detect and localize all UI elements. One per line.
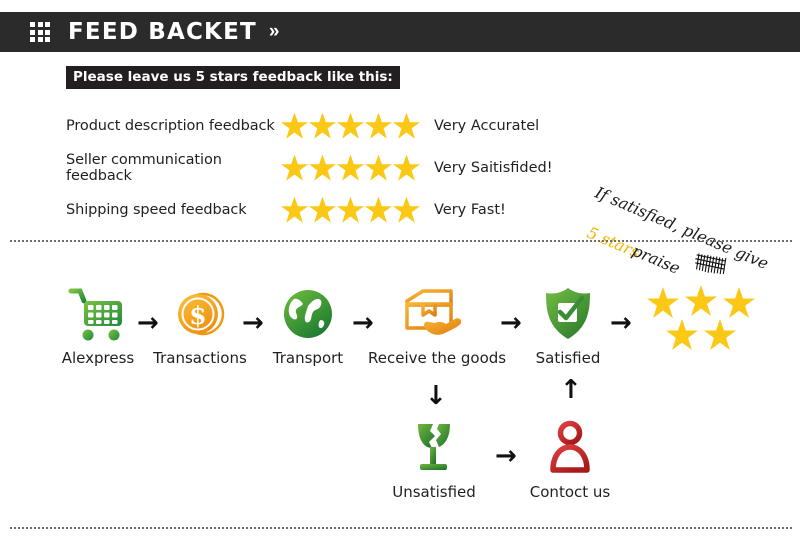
star-icon bbox=[309, 196, 336, 223]
star-icon bbox=[337, 154, 364, 181]
page-root: FEED BACKET » Please leave us 5 stars fe… bbox=[0, 0, 800, 545]
star-icon bbox=[281, 196, 308, 223]
feedback-rating-value: Very Fast! bbox=[434, 202, 506, 218]
feedback-criterion-label: Seller communication feedback bbox=[66, 152, 222, 184]
star-icon bbox=[337, 196, 364, 223]
star-icon bbox=[337, 112, 364, 139]
broken-glass-icon bbox=[385, 417, 483, 479]
page-title: FEED BACKET bbox=[68, 19, 257, 45]
flow-node-receive-goods: Receive the goods bbox=[368, 283, 507, 367]
feedback-rating-value: Very Accuratel bbox=[434, 118, 540, 134]
support-person-icon bbox=[522, 417, 618, 479]
star-icon bbox=[666, 319, 698, 351]
feedback-section: Please leave us 5 stars feedback like th… bbox=[0, 60, 800, 278]
flow-node-transport: Transport bbox=[258, 283, 358, 367]
flow-node-label: Receive the goods bbox=[368, 349, 507, 367]
svg-text:$: $ bbox=[189, 301, 206, 330]
star-icon bbox=[393, 112, 420, 139]
arrow-right-icon: → bbox=[610, 308, 632, 338]
star-icon bbox=[365, 196, 392, 223]
star-icon bbox=[281, 154, 308, 181]
arrow-down-icon: ↓ bbox=[425, 381, 447, 411]
feedback-rating-value: Very Saitisfided! bbox=[434, 160, 553, 176]
chevron-right-icon: » bbox=[268, 21, 279, 42]
flow-node-satisfied: Satisfied bbox=[518, 283, 618, 367]
divider-top bbox=[10, 240, 792, 242]
feedback-rating-list: Product description feedback Very Accura… bbox=[66, 105, 586, 231]
star-icon bbox=[365, 154, 392, 181]
flow-node-contact-us: Contoct us bbox=[522, 417, 618, 501]
table-row: Product description feedback Very Accura… bbox=[66, 105, 586, 147]
star-rating bbox=[281, 154, 426, 182]
star-icon bbox=[393, 196, 420, 223]
shopping-cart-icon bbox=[48, 283, 148, 345]
flow-node-alexpress: Alexpress bbox=[48, 283, 148, 367]
star-icon bbox=[723, 287, 755, 319]
feedback-criterion-label: Shipping speed feedback bbox=[66, 202, 247, 218]
feedback-instruction-banner: Please leave us 5 stars feedback like th… bbox=[66, 66, 400, 89]
flow-node-label: Alexpress bbox=[61, 349, 135, 367]
star-icon bbox=[365, 112, 392, 139]
flow-node-transactions: $ Transactions bbox=[148, 283, 252, 367]
arrow-right-icon: → bbox=[495, 441, 517, 471]
flow-node-unsatisfied: Unsatisfied bbox=[385, 417, 483, 501]
flow-node-label: Unsatisfied bbox=[392, 483, 476, 501]
star-icon bbox=[685, 285, 717, 317]
table-row: Shipping speed feedback Very Fast! bbox=[66, 189, 586, 231]
divider-bottom bbox=[10, 527, 792, 529]
process-flow-diagram: Alexpress → $ Transactions → Transport →… bbox=[0, 255, 800, 520]
arrow-up-icon: ↑ bbox=[560, 375, 582, 405]
flow-node-label: Contoct us bbox=[529, 483, 611, 501]
star-rating bbox=[281, 112, 426, 140]
table-row: Seller communication feedback Very Saiti… bbox=[66, 147, 586, 189]
feedback-criterion-label: Product description feedback bbox=[66, 118, 275, 134]
star-icon bbox=[309, 154, 336, 181]
star-icon bbox=[704, 319, 736, 351]
star-icon bbox=[647, 287, 679, 319]
star-icon bbox=[309, 112, 336, 139]
header-bar: FEED BACKET » bbox=[0, 12, 800, 52]
flow-node-label: Transport bbox=[272, 349, 344, 367]
shield-check-icon bbox=[518, 283, 618, 345]
coin-dollar-icon: $ bbox=[148, 283, 252, 345]
star-icon bbox=[281, 112, 308, 139]
flow-node-label: Transactions bbox=[153, 349, 247, 367]
flow-node-label: Satisfied bbox=[535, 349, 601, 367]
star-rating bbox=[281, 196, 426, 224]
globe-icon bbox=[258, 283, 358, 345]
grid-icon bbox=[30, 22, 50, 42]
star-icon bbox=[393, 154, 420, 181]
package-hand-icon bbox=[368, 283, 500, 345]
result-star-rating bbox=[645, 285, 775, 357]
